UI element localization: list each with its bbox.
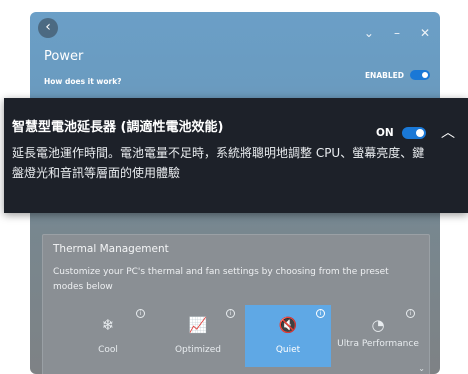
- mute-icon: 🔇: [278, 316, 298, 334]
- mode-optimized[interactable]: i 📈 Optimized: [155, 305, 241, 367]
- mode-label: Optimized: [174, 345, 222, 355]
- toggle-knob: [416, 129, 424, 137]
- back-button[interactable]: ‹: [38, 18, 58, 38]
- mode-quiet[interactable]: i 🔇 Quiet: [245, 305, 331, 367]
- feature-title: 智慧型電池延長器 (調適性電池效能): [12, 120, 224, 135]
- close-icon[interactable]: ✕: [420, 26, 430, 40]
- enabled-toggle[interactable]: [410, 70, 430, 80]
- chevron-down-icon[interactable]: ⌄: [364, 26, 374, 40]
- thermal-management-card: Thermal Management Customize your PC's t…: [42, 234, 430, 374]
- mode-ultra-performance[interactable]: i ◔ Ultra Performance: [335, 305, 421, 367]
- page-title: Power: [44, 49, 84, 64]
- mode-cool[interactable]: i ❄ Cool: [65, 305, 151, 367]
- smart-battery-extender-card: 智慧型電池延長器 (調適性電池效能) ON ︿ 延長電池運作時間。電池電量不足時…: [4, 98, 468, 213]
- gauge-icon: ◔: [371, 316, 385, 334]
- minimize-icon[interactable]: –: [394, 26, 400, 40]
- how-does-it-work-link[interactable]: How does it work?: [44, 77, 122, 86]
- chevron-up-icon[interactable]: ︿: [441, 122, 455, 142]
- enabled-toggle-row: ENABLED: [365, 70, 430, 80]
- thermal-modes: i ❄ Cool i 📈 Optimized i 🔇 Quiet i ◔ Ult…: [65, 305, 421, 367]
- feature-description: 延長電池運作時間。電池電量不足時，系統將聰明地調整 CPU、螢幕亮度、鍵盤燈光和…: [12, 146, 425, 180]
- enabled-label: ENABLED: [364, 70, 404, 80]
- thermal-description: Customize your PC's thermal and fan sett…: [53, 267, 389, 292]
- toggle-state-label: ON: [376, 127, 394, 139]
- snowflake-icon: ❄: [101, 316, 115, 334]
- mode-label: Ultra Performance: [337, 339, 419, 349]
- feature-toggle[interactable]: [402, 127, 426, 139]
- window-controls: ⌄ – ✕: [364, 26, 430, 40]
- thermal-title: Thermal Management: [53, 243, 169, 255]
- mode-label: Cool: [98, 345, 118, 355]
- chart-icon: 📈: [188, 316, 208, 334]
- mode-label: Quiet: [275, 345, 301, 355]
